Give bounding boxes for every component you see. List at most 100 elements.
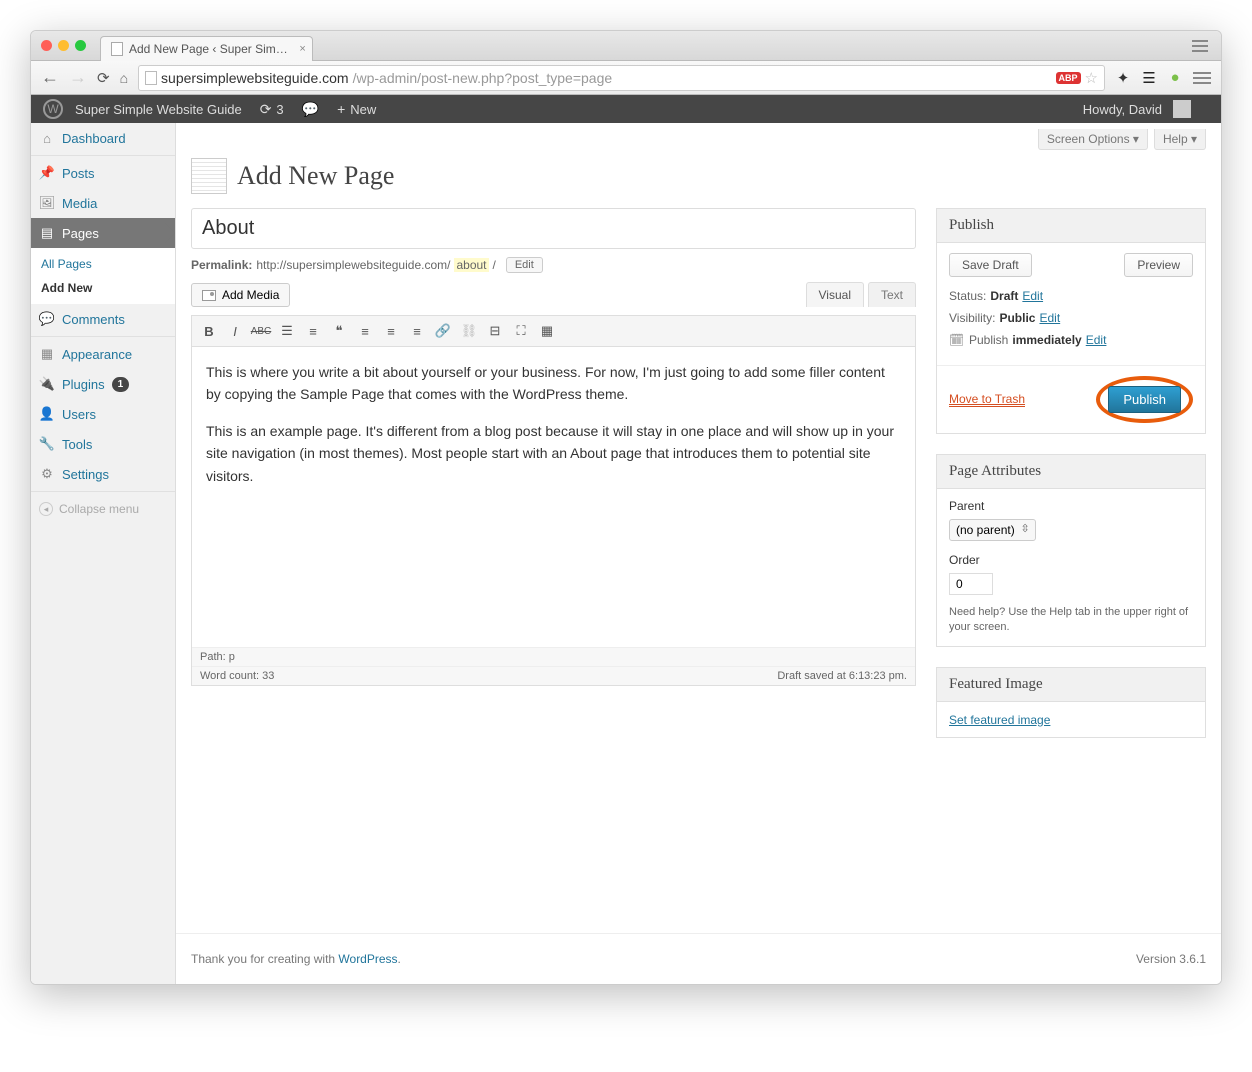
status-label: Status: <box>949 289 986 303</box>
post-title-input[interactable] <box>191 208 916 249</box>
screen-options-button[interactable]: Screen Options ▾ <box>1038 129 1148 150</box>
site-name-link[interactable]: Super Simple Website Guide <box>75 102 242 117</box>
permalink-slug: about <box>454 258 488 272</box>
visual-tab[interactable]: Visual <box>806 282 864 307</box>
parent-value: (no parent) <box>956 523 1015 537</box>
home-button[interactable]: ⌂ <box>120 70 128 86</box>
extension-icon[interactable]: ✦ <box>1115 70 1131 86</box>
sidebar-item-posts[interactable]: 📌Posts <box>31 158 175 188</box>
collapse-label: Collapse menu <box>59 502 139 516</box>
unlink-button[interactable]: ⛓ <box>458 320 480 342</box>
buffer-icon[interactable]: ☰ <box>1141 70 1157 86</box>
help-text: Need help? Use the Help tab in the upper… <box>949 605 1193 636</box>
bold-button[interactable]: B <box>198 320 220 342</box>
fullscreen-button[interactable]: ⛶ <box>510 320 532 342</box>
extension-icons: ✦ ☰ ● <box>1115 70 1183 86</box>
sidebar-item-pages[interactable]: ▤Pages <box>31 218 175 248</box>
page-heading: Add New Page <box>191 158 1206 194</box>
appearance-icon: ▦ <box>39 346 55 362</box>
page-attributes-box: Page Attributes Parent (no parent) Order… <box>936 454 1206 647</box>
tools-icon: 🔧 <box>39 436 55 452</box>
edit-slug-button[interactable]: Edit <box>506 257 543 273</box>
save-draft-button[interactable]: Save Draft <box>949 253 1032 277</box>
edit-schedule-link[interactable]: Edit <box>1086 333 1107 347</box>
sidebar-item-plugins[interactable]: 🔌Plugins1 <box>31 369 175 399</box>
back-button[interactable]: ← <box>41 67 59 88</box>
collapse-menu-button[interactable]: ◂Collapse menu <box>31 494 175 524</box>
visibility-value: Public <box>999 311 1035 325</box>
align-left-button[interactable]: ≡ <box>354 320 376 342</box>
text-tab[interactable]: Text <box>868 282 916 307</box>
publish-box-title: Publish <box>937 209 1205 243</box>
url-field[interactable]: supersimplewebsiteguide.com/wp-admin/pos… <box>138 65 1105 91</box>
editor-content[interactable]: This is where you write a bit about your… <box>192 347 915 647</box>
close-window-icon[interactable] <box>41 40 52 51</box>
sidebar-label: Pages <box>62 226 99 241</box>
parent-select[interactable]: (no parent) <box>949 519 1036 541</box>
strikethrough-button[interactable]: ABC <box>250 320 272 342</box>
visibility-row: Visibility: Public Edit <box>949 311 1193 325</box>
evernote-icon[interactable]: ● <box>1167 70 1183 86</box>
insert-more-button[interactable]: ⊟ <box>484 320 506 342</box>
calendar-icon: 🗓 <box>949 333 965 347</box>
sidebar-item-appearance[interactable]: ▦Appearance <box>31 339 175 369</box>
add-media-button[interactable]: Add Media <box>191 283 290 307</box>
page-title-text: Add New Page <box>237 161 394 191</box>
wordpress-logo-icon[interactable]: W <box>43 99 63 119</box>
adblock-icon[interactable]: ABP <box>1056 72 1081 84</box>
kitchen-sink-button[interactable]: ▦ <box>536 320 558 342</box>
browser-tab[interactable]: Add New Page ‹ Super Sim… × <box>100 36 313 61</box>
order-input[interactable] <box>949 573 993 595</box>
preview-button[interactable]: Preview <box>1124 253 1193 277</box>
user-greeting[interactable]: Howdy, David <box>1083 100 1191 118</box>
bullet-list-button[interactable]: ☰ <box>276 320 298 342</box>
sidebar-label: Users <box>62 407 96 422</box>
browser-window: Add New Page ‹ Super Sim… × ← → ⟳ ⌂ supe… <box>30 30 1222 985</box>
edit-status-link[interactable]: Edit <box>1022 289 1043 303</box>
align-right-button[interactable]: ≡ <box>406 320 428 342</box>
sidebar-item-settings[interactable]: ⚙Settings <box>31 459 175 489</box>
sidebar-item-users[interactable]: 👤Users <box>31 399 175 429</box>
sidebar-label: Comments <box>62 312 125 327</box>
updates-link[interactable]: ⟳3 <box>260 101 284 118</box>
sidebar-item-comments[interactable]: 💬Comments <box>31 304 175 334</box>
help-button[interactable]: Help ▾ <box>1154 129 1206 150</box>
reload-button[interactable]: ⟳ <box>97 69 110 87</box>
bookmark-star-icon[interactable]: ☆ <box>1085 69 1098 87</box>
pages-submenu: All Pages Add New <box>31 248 175 304</box>
close-tab-icon[interactable]: × <box>299 43 305 55</box>
set-featured-image-link[interactable]: Set featured image <box>949 713 1050 727</box>
pin-icon: 📌 <box>39 165 55 181</box>
wp-admin-bar: W Super Simple Website Guide ⟳3 💬 +New H… <box>31 95 1221 123</box>
chrome-settings-icon[interactable] <box>1193 72 1211 84</box>
submenu-all-pages[interactable]: All Pages <box>31 252 175 276</box>
comments-link[interactable]: 💬 <box>302 101 319 118</box>
submenu-add-new[interactable]: Add New <box>31 276 175 300</box>
sidebar-item-tools[interactable]: 🔧Tools <box>31 429 175 459</box>
edit-visibility-link[interactable]: Edit <box>1039 311 1060 325</box>
browser-menu-icon[interactable] <box>1189 35 1211 57</box>
new-content-link[interactable]: +New <box>337 101 376 117</box>
blockquote-button[interactable]: ❝ <box>328 320 350 342</box>
sidebar-item-dashboard[interactable]: ⌂Dashboard <box>31 123 175 153</box>
url-path: /wp-admin/post-new.php?post_type=page <box>353 70 613 86</box>
permalink-slash: / <box>493 258 496 272</box>
sidebar-item-media[interactable]: 🖼Media <box>31 188 175 218</box>
comment-icon: 💬 <box>302 101 319 118</box>
publish-button[interactable]: Publish <box>1108 386 1181 413</box>
number-list-button[interactable]: ≡ <box>302 320 324 342</box>
featured-image-box: Featured Image Set featured image <box>936 667 1206 738</box>
sidebar-label: Settings <box>62 467 109 482</box>
move-to-trash-link[interactable]: Move to Trash <box>949 392 1025 407</box>
minimize-window-icon[interactable] <box>58 40 69 51</box>
editor: B I ABC ☰ ≡ ❝ ≡ ≡ ≡ 🔗 ⛓ <box>191 315 916 686</box>
wordpress-link[interactable]: WordPress <box>338 952 397 966</box>
permalink-row: Permalink: http://supersimplewebsiteguid… <box>191 257 916 273</box>
maximize-window-icon[interactable] <box>75 40 86 51</box>
version-text: Version 3.6.1 <box>1136 952 1206 966</box>
site-icon <box>145 71 157 85</box>
align-center-button[interactable]: ≡ <box>380 320 402 342</box>
window-controls[interactable] <box>41 40 86 51</box>
italic-button[interactable]: I <box>224 320 246 342</box>
link-button[interactable]: 🔗 <box>432 320 454 342</box>
